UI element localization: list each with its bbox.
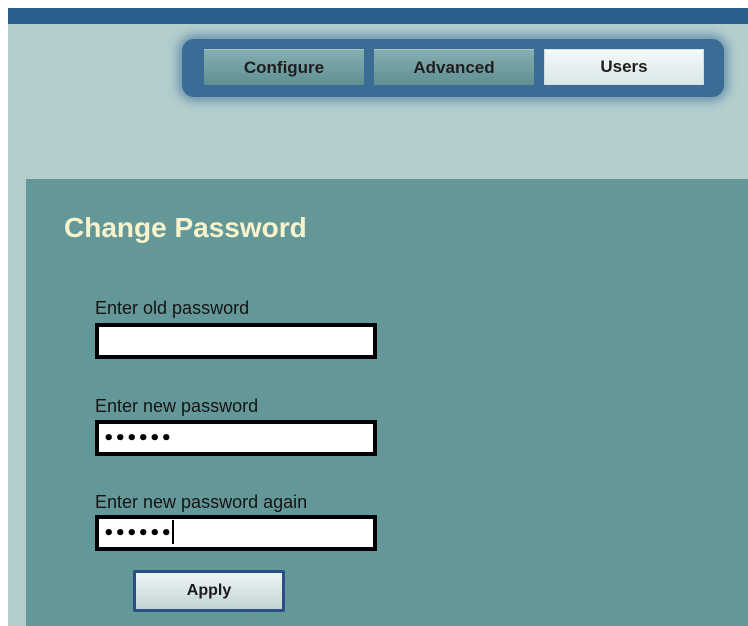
old-password-input[interactable]	[95, 323, 377, 359]
apply-button[interactable]: Apply	[133, 570, 285, 612]
confirm-password-input[interactable]	[95, 515, 377, 551]
page-title: Change Password	[64, 212, 307, 243]
new-password-label: Enter new password	[95, 396, 259, 416]
tab-configure[interactable]: Configure	[204, 49, 364, 85]
text-cursor	[172, 520, 174, 544]
tab-users[interactable]: Users	[544, 49, 704, 85]
top-bar	[8, 8, 748, 24]
left-margin-strip	[8, 179, 26, 626]
tab-advanced[interactable]: Advanced	[374, 49, 534, 85]
old-password-label: Enter old password	[95, 298, 250, 318]
confirm-password-label: Enter new password again	[95, 492, 308, 512]
new-password-input[interactable]	[95, 420, 377, 456]
